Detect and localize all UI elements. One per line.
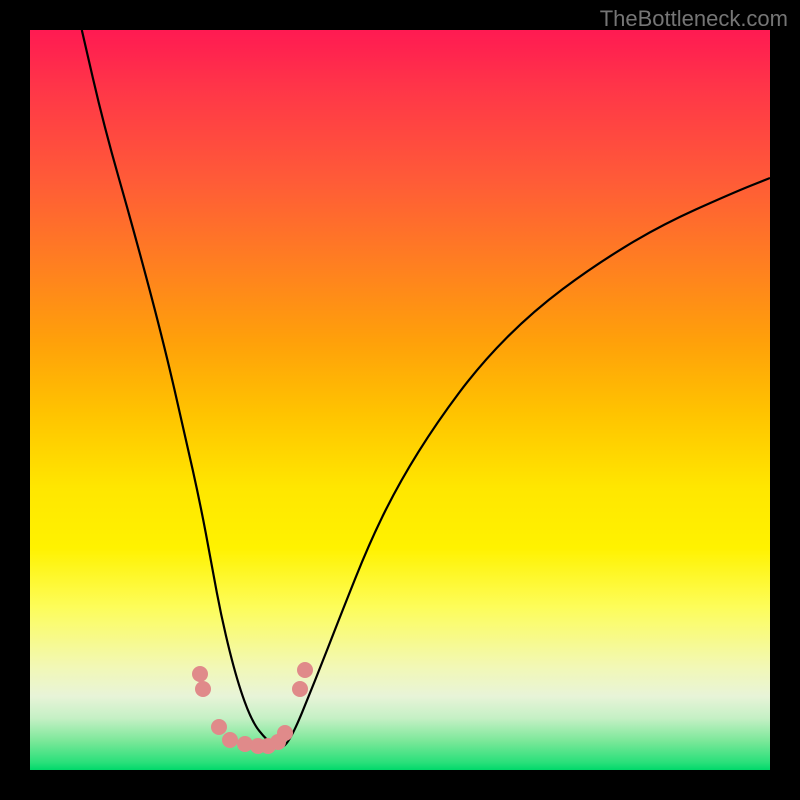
watermark-text: TheBottleneck.com	[600, 6, 788, 32]
curve-path	[82, 30, 770, 747]
data-marker	[211, 719, 227, 735]
data-marker	[292, 681, 308, 697]
data-marker	[222, 732, 238, 748]
data-marker	[192, 666, 208, 682]
plot-area	[30, 30, 770, 770]
bottleneck-curve	[30, 30, 770, 770]
data-marker	[195, 681, 211, 697]
data-marker	[277, 725, 293, 741]
data-marker	[297, 662, 313, 678]
